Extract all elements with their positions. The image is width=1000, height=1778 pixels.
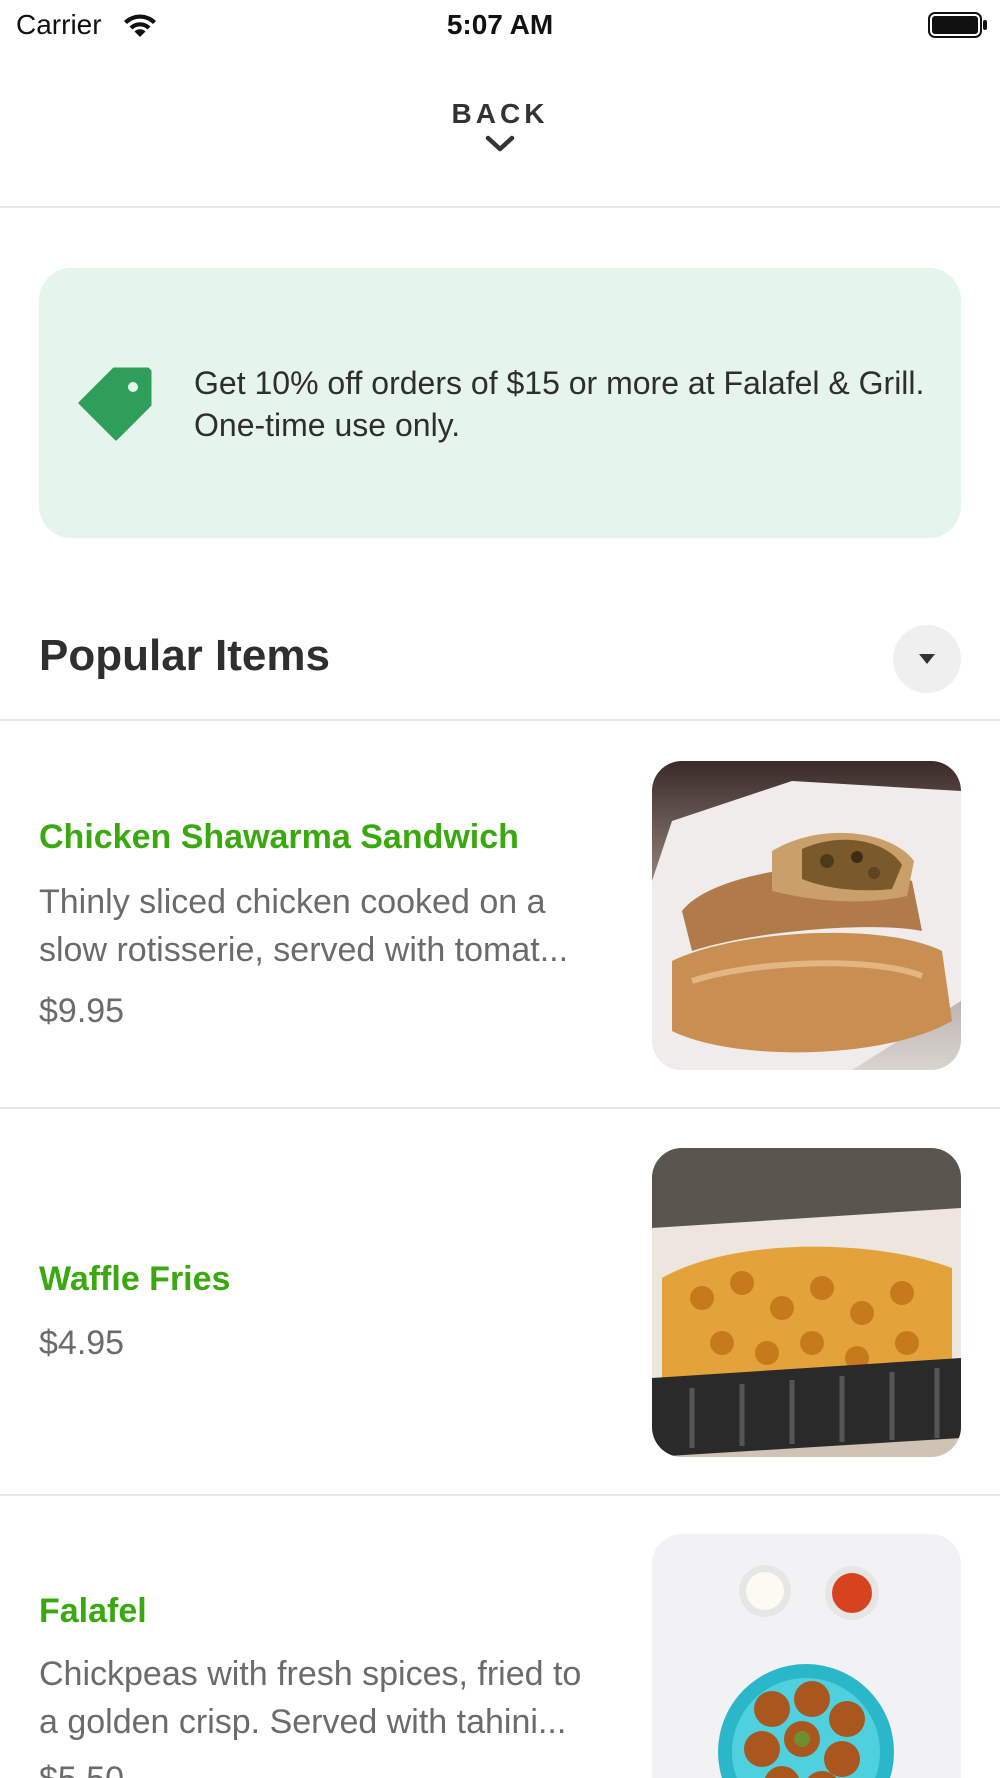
item-name: Chicken Shawarma Sandwich [39,818,519,856]
battery-icon [928,12,987,38]
item-description-line: a golden crisp. Served with tahini... [39,1703,567,1741]
section-dropdown-button[interactable] [893,625,961,693]
item-name: Falafel [39,1592,147,1630]
header-bar: BACK [0,52,1000,208]
price-tag-icon [78,367,152,441]
caret-down-icon [919,654,935,664]
item-price: $9.95 [39,992,125,1030]
item-description-line: Chickpeas with fresh spices, fried to [39,1655,582,1693]
item-price: $5.50 [39,1760,124,1778]
divider [0,1494,1000,1496]
divider [0,1107,1000,1109]
chevron-down-icon [485,135,515,152]
restaurant-menu-screen: Carrier 5:07 AM BACK Get 10% off orders … [0,0,1000,1778]
item-description-line: Thinly sliced chicken cooked on a [39,883,546,921]
shawarma-photo [652,761,961,1070]
promo-text: Get 10% off orders of $15 or more at Fal… [194,365,925,443]
back-label: BACK [451,98,549,129]
back-button[interactable]: BACK [400,98,600,170]
item-description-line: slow rotisserie, served with tomat... [39,931,569,969]
item-price: $4.95 [39,1324,125,1362]
section-title: Popular Items [39,631,330,680]
divider [0,719,1000,721]
waffle-fries-photo [652,1148,961,1457]
item-name: Waffle Fries [39,1260,231,1298]
falafel-photo [652,1534,961,1778]
status-bar: Carrier 5:07 AM [0,0,1000,52]
status-time: 5:07 AM [446,9,554,40]
